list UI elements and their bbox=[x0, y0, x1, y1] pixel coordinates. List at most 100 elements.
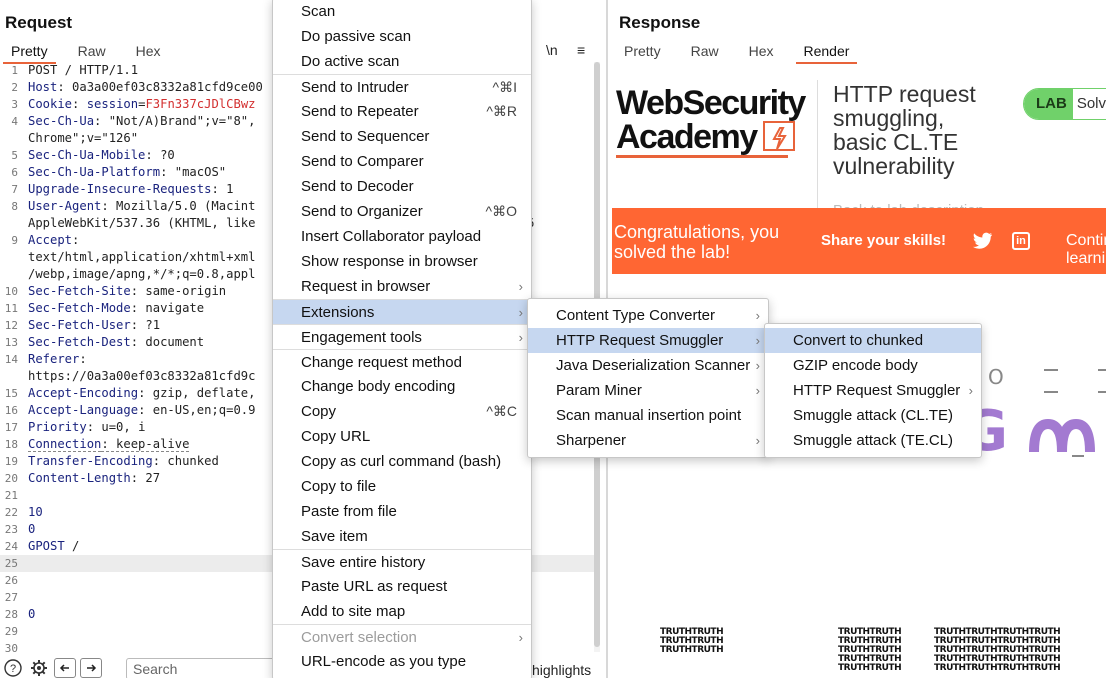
menu-item-content-type-converter[interactable]: Content Type Converter › bbox=[528, 303, 768, 328]
menu-item-send-to-repeater[interactable]: Send to Repeater ^⌘R bbox=[273, 99, 531, 124]
line-text: User-Agent: Mozilla/5.0 (Macint bbox=[28, 198, 255, 215]
menu-item-send-to-organizer[interactable]: Send to Organizer ^⌘O bbox=[273, 199, 531, 224]
menu-item-java-deserialization-scanner[interactable]: Java Deserialization Scanner › bbox=[528, 353, 768, 378]
menu-item-extensions[interactable]: Extensions › bbox=[273, 299, 531, 324]
code-token: https://0a3a00ef03c8332a81cfd9c bbox=[28, 369, 256, 383]
menu-item-copy-url[interactable]: Copy URL bbox=[273, 424, 531, 449]
menu-item-url-encode-as-you-type[interactable]: URL-encode as you type bbox=[273, 649, 531, 674]
tab-raw[interactable]: Raw bbox=[683, 42, 727, 64]
menu-item-send-to-intruder[interactable]: Send to Intruder ^⌘I bbox=[273, 74, 531, 99]
code-token: Priority bbox=[28, 420, 87, 434]
menu-item-label: Change request method bbox=[301, 354, 462, 371]
menu-item-http-request-smuggler[interactable]: HTTP Request Smuggler › bbox=[528, 328, 768, 353]
tab-raw[interactable]: Raw bbox=[70, 42, 114, 64]
menu-item-send-to-comparer[interactable]: Send to Comparer bbox=[273, 149, 531, 174]
line-number: 14 bbox=[4, 353, 18, 366]
menu-item-change-request-method[interactable]: Change request method bbox=[273, 349, 531, 374]
line-text: 0 bbox=[28, 606, 35, 623]
menu-item-do-active-scan[interactable]: Do active scan bbox=[273, 49, 531, 74]
continue-learning-link[interactable]: Continue learning bbox=[1066, 232, 1106, 268]
menu-item-request-in-browser[interactable]: Request in browser › bbox=[273, 274, 531, 299]
menu-item-smuggle-attack-cl-te[interactable]: Smuggle attack (CL.TE) bbox=[765, 403, 981, 428]
code-token: Cookie bbox=[28, 97, 73, 111]
menu-item-label: Extensions bbox=[301, 304, 375, 321]
line-number: 28 bbox=[4, 608, 18, 621]
menu-item-paste-url-as-request[interactable]: Paste URL as request bbox=[273, 574, 531, 599]
tab-hex[interactable]: Hex bbox=[741, 42, 782, 64]
highlights-label: highlights bbox=[532, 662, 592, 678]
menu-item-scan[interactable]: Scan bbox=[273, 0, 531, 24]
help-icon[interactable]: ? bbox=[2, 658, 24, 678]
line-text: https://0a3a00ef03c8332a81cfd9c bbox=[28, 368, 255, 385]
code-token: 0 bbox=[28, 522, 36, 536]
line-text: Chrome";v="126" bbox=[28, 130, 138, 147]
tab-pretty[interactable]: Pretty bbox=[616, 42, 669, 64]
line-text: Connection: keep-alive bbox=[28, 436, 190, 453]
menu-item-paste-from-file[interactable]: Paste from file bbox=[273, 499, 531, 524]
search-input[interactable] bbox=[126, 658, 276, 678]
line-text: Content-Length: 27 bbox=[28, 470, 160, 487]
bolt-icon bbox=[762, 121, 795, 152]
line-text: Sec-Fetch-Site: same-origin bbox=[28, 283, 226, 300]
menu-item-copy-to-file[interactable]: Copy to file bbox=[273, 474, 531, 499]
tab-render[interactable]: Render bbox=[795, 42, 858, 64]
code-token: : Mozilla/5.0 (Macint bbox=[101, 199, 256, 213]
menu-item-change-body-encoding[interactable]: Change body encoding bbox=[273, 374, 531, 399]
tab-pretty[interactable]: Pretty bbox=[3, 42, 56, 64]
lab-badge-label: LAB bbox=[1024, 89, 1073, 119]
menu-item-send-to-sequencer[interactable]: Send to Sequencer bbox=[273, 124, 531, 149]
menu-item-label: Save entire history bbox=[301, 554, 426, 571]
menu-item-gzip-encode-body[interactable]: GZIP encode body bbox=[765, 353, 981, 378]
code-token: : ?1 bbox=[130, 318, 161, 332]
menu-item-copy-as-curl-command-bash[interactable]: Copy as curl command (bash) bbox=[273, 449, 531, 474]
menu-item-scan-manual-insertion-point[interactable]: Scan manual insertion point bbox=[528, 403, 768, 428]
line-number: 8 bbox=[11, 200, 18, 213]
code-token: 0 bbox=[28, 607, 36, 621]
menu-item-save-item[interactable]: Save item bbox=[273, 524, 531, 549]
line-number: 1 bbox=[11, 64, 18, 77]
editor-menu-icon[interactable]: ≡ bbox=[577, 42, 585, 58]
menu-item-save-entire-history[interactable]: Save entire history bbox=[273, 549, 531, 574]
menu-item-http-request-smuggler[interactable]: HTTP Request Smuggler › bbox=[765, 378, 981, 403]
menu-item-insert-collaborator-payload[interactable]: Insert Collaborator payload bbox=[273, 224, 531, 249]
menu-item-do-passive-scan[interactable]: Do passive scan bbox=[273, 24, 531, 49]
menu-item-label: Copy bbox=[301, 403, 337, 420]
line-text: Accept-Encoding: gzip, deflate, bbox=[28, 385, 255, 402]
menu-item-smuggle-attack-te-cl[interactable]: Smuggle attack (TE.CL) bbox=[765, 428, 981, 453]
line-text: GPOST / bbox=[28, 538, 79, 555]
line-text: Sec-Fetch-Dest: document bbox=[28, 334, 204, 351]
line-text: Cookie: session=F3Fn337cJDlCBwz bbox=[28, 96, 256, 113]
menu-item-copy[interactable]: Copy ^⌘C bbox=[273, 399, 531, 424]
code-token: : gzip, deflate, bbox=[138, 386, 256, 400]
menu-item-label: Insert Collaborator payload bbox=[301, 228, 482, 245]
twitter-icon[interactable] bbox=[973, 232, 993, 254]
tab-hex[interactable]: Hex bbox=[128, 42, 169, 64]
code-token: Sec-Fetch-User bbox=[28, 318, 131, 332]
submenu-chevron-icon: › bbox=[755, 383, 760, 398]
lab-status-badge: LAB Solved bbox=[1023, 88, 1106, 120]
next-match-button[interactable] bbox=[80, 657, 102, 678]
code-token: : navigate bbox=[130, 301, 205, 315]
menu-item-add-to-site-map[interactable]: Add to site map bbox=[273, 599, 531, 624]
line-text: Referer: bbox=[28, 351, 87, 368]
menu-item-engagement-tools[interactable]: Engagement tools › bbox=[273, 324, 531, 349]
code-token: Upgrade-Insecure-Requests bbox=[28, 182, 212, 196]
linkedin-icon[interactable]: in bbox=[1012, 232, 1030, 250]
previous-match-button[interactable] bbox=[54, 657, 76, 678]
newline-toggle[interactable]: \n bbox=[546, 42, 558, 58]
line-text: Sec-Ch-Ua: "Not/A)Brand";v="8", bbox=[28, 113, 255, 130]
menu-item-label: Show response in browser bbox=[301, 253, 478, 270]
menu-item-show-response-in-browser[interactable]: Show response in browser bbox=[273, 249, 531, 274]
line-number: 25 bbox=[4, 557, 18, 570]
truth-word-cloud: TRUTHTRUTHTRUTHTRUTHTRUTHTRUTHTRUTHTRUTH… bbox=[838, 627, 902, 673]
menu-item-sharpener[interactable]: Sharpener › bbox=[528, 428, 768, 453]
menu-item-param-miner[interactable]: Param Miner › bbox=[528, 378, 768, 403]
submenu-chevron-icon: › bbox=[755, 333, 760, 348]
settings-gear-icon[interactable] bbox=[28, 658, 50, 678]
menu-item-send-to-decoder[interactable]: Send to Decoder bbox=[273, 174, 531, 199]
line-number: 13 bbox=[4, 336, 18, 349]
arrow-left-icon bbox=[59, 663, 69, 672]
menu-item-convert-to-chunked[interactable]: Convert to chunked bbox=[765, 328, 981, 353]
line-number: 5 bbox=[11, 149, 18, 162]
line-number: 20 bbox=[4, 472, 18, 485]
